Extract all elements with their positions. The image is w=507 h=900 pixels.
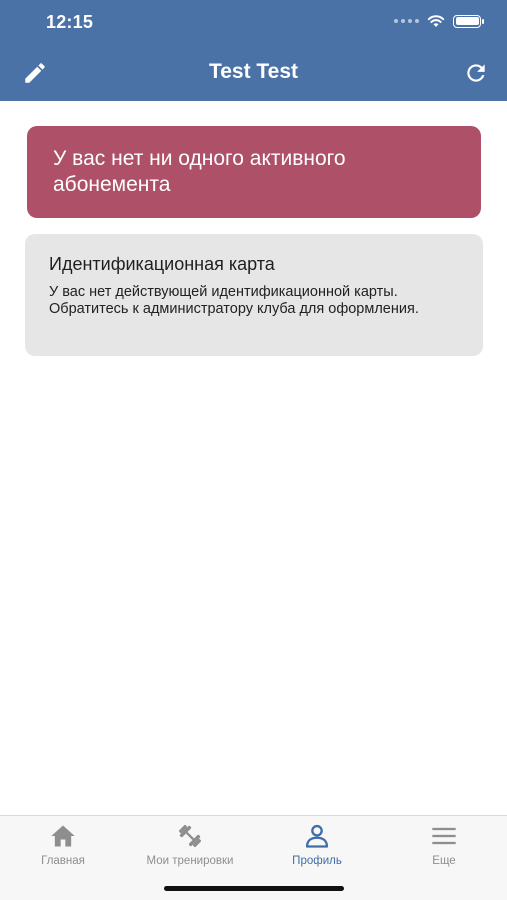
status-icons <box>394 14 484 28</box>
page-title: Test Test <box>208 60 299 83</box>
battery-icon <box>453 14 484 28</box>
signal-icon <box>394 19 419 23</box>
menu-icon <box>432 827 456 845</box>
tab-workouts-label: Мои тренировки <box>146 855 234 867</box>
wifi-icon <box>427 15 445 27</box>
alert-text: У вас нет ни одного активного абонемента <box>53 147 346 196</box>
home-icon <box>51 825 75 847</box>
app-header: 12:15 Test Test <box>0 0 507 101</box>
tab-profile-label: Профиль <box>292 855 342 867</box>
person-icon <box>305 824 329 848</box>
tab-more[interactable]: Еще <box>381 822 507 867</box>
no-membership-alert: У вас нет ни одного активного абонемента <box>27 126 481 218</box>
home-indicator <box>164 886 344 891</box>
refresh-icon[interactable] <box>463 60 489 86</box>
id-card-panel: Идентификационная карта У вас нет действ… <box>25 234 483 356</box>
tab-profile[interactable]: Профиль <box>254 822 380 867</box>
id-card-title: Идентификационная карта <box>49 254 275 274</box>
tab-home-label: Главная <box>41 855 85 867</box>
tab-workouts[interactable]: Мои тренировки <box>127 822 253 867</box>
id-card-description: У вас нет действующей идентификационной … <box>49 284 419 317</box>
tab-more-label: Еще <box>432 855 456 867</box>
dumbbell-icon <box>178 824 202 848</box>
status-time: 12:15 <box>46 12 94 32</box>
tab-home[interactable]: Главная <box>0 822 126 867</box>
